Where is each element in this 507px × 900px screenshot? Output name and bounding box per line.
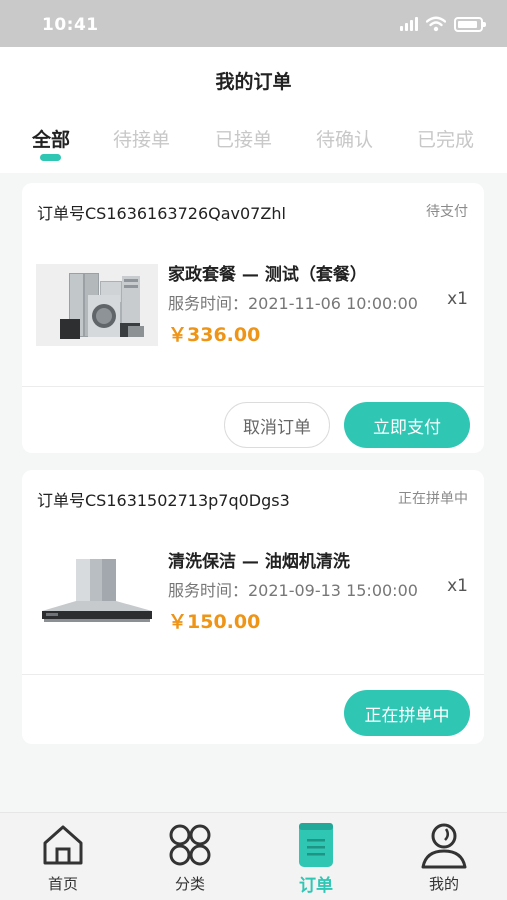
tab-all[interactable]: 全部 [32,125,70,152]
status-bar: 10:41 [0,0,507,47]
page-title: 我的订单 [215,71,292,93]
tabbar-item-home[interactable]: 首页 [13,813,113,900]
tabbar-item-profile[interactable]: 我的 [394,813,494,900]
bottom-tab-bar: 首页 分类 订单 我的 [0,812,507,900]
tab-pending-confirm[interactable]: 待确认 [316,125,373,152]
order-number: 订单号CS1631502713p7q0Dgs3 [37,491,290,510]
quantity: x1 [447,289,468,309]
service-time: 服务时间：2021-11-06 10:00:00 [168,294,418,313]
service-time: 服务时间：2021-09-13 15:00:00 [168,581,418,600]
battery-icon [454,16,486,32]
tabbar-label: 首页 [47,875,78,893]
price: ￥150.00 [168,611,261,633]
order-card[interactable]: 订单号CS1631502713p7q0Dgs3 正在拼单中 清洗保洁 — 油烟机… [22,470,484,744]
profile-icon [421,823,467,869]
category-icon [169,824,211,866]
tabbar-item-orders[interactable]: 订单 [266,813,366,900]
price: ￥336.00 [168,324,261,346]
card-divider [22,674,484,675]
order-tabs: 全部 待接单 已接单 待确认 已完成 [0,125,507,165]
appliances-image [36,264,158,346]
home-icon [43,825,83,865]
tabbar-label: 我的 [428,875,459,893]
tabbar-label: 订单 [299,876,333,896]
status-icons [400,14,486,34]
tab-indicator [40,154,61,161]
tab-accepted[interactable]: 已接单 [215,125,272,152]
range-hood-image [36,551,158,633]
quantity: x1 [447,576,468,596]
order-icon [299,823,333,867]
nav-header: 我的订单 全部 待接单 已接单 待确认 已完成 [0,47,507,173]
pay-now-button[interactable]: 立即支付 [344,402,470,448]
order-number: 订单号CS1636163726Qav07Zhl [37,204,286,223]
card-divider [22,386,484,387]
wifi-icon [426,16,446,32]
tabbar-label: 分类 [174,875,205,893]
signal-icon [400,17,418,31]
product-name: 清洗保洁 — 油烟机清洗 [168,552,350,572]
status-time: 10:41 [42,15,99,35]
order-card[interactable]: 订单号CS1636163726Qav07Zhl 待支付 家政套餐 — 测试（套餐… [22,183,484,453]
order-status: 待支付 [426,204,468,220]
product-name: 家政套餐 — 测试（套餐） [168,265,367,285]
cancel-order-button[interactable]: 取消订单 [224,402,330,448]
order-status: 正在拼单中 [398,491,468,507]
tabbar-item-category[interactable]: 分类 [140,813,240,900]
tab-completed[interactable]: 已完成 [417,125,474,152]
group-buying-button[interactable]: 正在拼单中 [344,690,470,736]
tab-pending-accept[interactable]: 待接单 [113,125,170,152]
